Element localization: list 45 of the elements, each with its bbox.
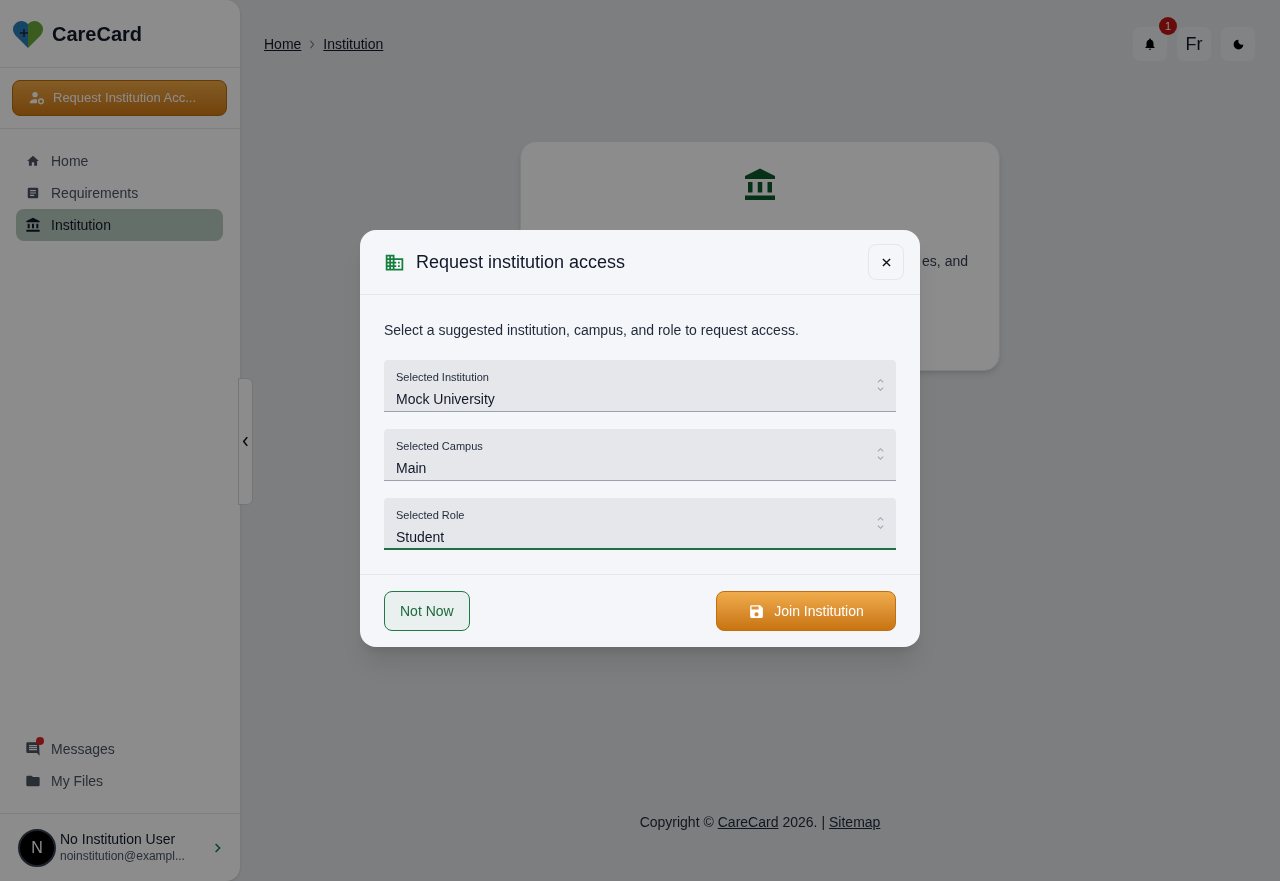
breadcrumb-link[interactable]: Home [264,34,302,55]
bank-icon [25,217,41,233]
nav-item[interactable]: Messages [16,733,223,765]
brand-link[interactable]: CareCard [717,812,779,833]
close-icon [881,257,891,267]
breadcrumb-link[interactable]: Institution [323,34,384,55]
not-now-button[interactable]: Not Now [384,591,470,631]
sort-arrows-icon [877,446,884,462]
save-icon [748,602,766,620]
user-name: No Institution User [60,831,177,849]
home-icon [25,153,41,169]
nav-item[interactable]: Institution [16,209,223,241]
select-field[interactable]: Selected Institution Mock University [384,360,896,412]
sort-arrows-icon [877,377,884,393]
select-field[interactable]: Selected Campus Main [384,429,896,481]
bell-icon [1143,37,1157,51]
theme-toggle-button[interactable] [1220,26,1256,62]
dialog-title: Request institution access [416,250,626,274]
app-name: CareCard [52,21,143,47]
copyright-text: 2026. | [782,813,825,832]
dialog-description: Select a suggested institution, campus, and role to request access. [384,321,800,340]
join-institution-button[interactable]: Join Institution [716,591,896,631]
user-gear-icon [29,90,45,106]
folder-icon [25,773,41,789]
copyright-text: Copyright © [639,813,714,832]
language-button[interactable]: Fr [1176,26,1212,62]
user-avatar: N [18,828,56,867]
card-text: es, and [922,252,968,271]
nav-item[interactable]: Requirements [16,177,223,209]
document-icon [25,185,41,201]
sitemap-link[interactable]: Sitemap [829,812,881,833]
notifications-button[interactable] [1132,26,1168,62]
collapse-handle[interactable] [238,378,253,505]
chevron-right-icon[interactable] [214,841,222,854]
user-email: noinstitution@exampl... [60,848,186,864]
close-button[interactable] [868,244,904,280]
notification-count: 1 [1159,17,1177,35]
heart-logo-icon [12,18,44,49]
chevron-right-icon [309,40,316,49]
moon-icon [1231,37,1245,51]
sort-arrows-icon [877,515,884,531]
select-field[interactable]: Selected Role Student [384,498,896,550]
bank-icon [742,167,778,203]
nav-item[interactable]: My Files [16,765,223,797]
nav-item[interactable]: Home [16,145,223,177]
